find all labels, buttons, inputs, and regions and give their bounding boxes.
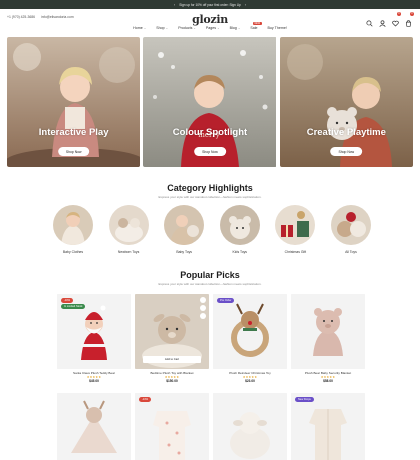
category-item-baby-clothes[interactable]: Baby Clothes	[52, 205, 94, 254]
product-image[interactable]	[213, 393, 287, 460]
account-icon[interactable]	[379, 14, 386, 27]
nav-item-shop[interactable]: Shop ⌄	[156, 26, 168, 30]
hero-banner-creative-playtime[interactable]: Creative Playtime Shop Now	[279, 37, 413, 167]
discount-badge: -13%	[139, 397, 152, 402]
shop-now-button[interactable]: Shop Now	[330, 147, 363, 156]
hero-banner-colour-spotlight[interactable]: merry Colour Spotlight Shop Now	[143, 37, 277, 167]
category-image	[330, 205, 371, 245]
preorder-badge: Pre Order	[217, 298, 235, 303]
cart-count-badge: 0	[410, 12, 414, 16]
shop-now-button[interactable]: Shop Now	[57, 147, 90, 156]
product-image[interactable]: New Drops	[291, 393, 365, 460]
category-image	[219, 205, 260, 245]
nav-item-home[interactable]: Home ⌄	[133, 26, 146, 30]
site-header: +1 (970) 425-3686 info@elisandoria.com g…	[0, 9, 420, 33]
nav-label: Shop	[156, 26, 165, 30]
wishlist-icon[interactable]	[200, 297, 206, 303]
wishlist-icon[interactable]: 0	[392, 12, 401, 27]
chevron-down-icon: ⌄	[165, 26, 169, 30]
reindeer-plush-image	[213, 294, 287, 369]
main-nav: Home ⌄ Shop ⌄ Products ⌄ Pages ⌄ Blog ⌄ Sale N…	[0, 22, 420, 30]
nav-item-products[interactable]: Products ⌄	[178, 26, 196, 30]
product-image[interactable]: Add to Cart	[135, 294, 209, 369]
header-icons: 0 0	[366, 12, 414, 27]
product-price: $45.00	[89, 379, 99, 383]
category-item-kids-toys[interactable]: Kids Toys	[219, 205, 261, 254]
product-price: $23.00	[245, 379, 255, 383]
product-price: $150.00	[166, 379, 178, 383]
add-to-cart-button[interactable]: Add to Cart	[143, 356, 201, 363]
hero-banner-interactive-play[interactable]: Interactive Play Shop Now	[7, 37, 140, 167]
nav-label: Products	[178, 26, 193, 30]
chevron-down-icon: ⌄	[237, 26, 241, 30]
chevron-down-icon: ⌄	[143, 26, 147, 30]
nav-item-blog[interactable]: Blog ⌄	[230, 26, 241, 30]
wishlist-count-badge: 0	[397, 12, 401, 16]
category-label: Newborn Toys	[117, 250, 140, 254]
category-label: Christmas Gift	[284, 250, 307, 254]
category-label: All Toys	[345, 250, 357, 254]
category-image	[164, 205, 205, 245]
nav-label: Home	[133, 26, 143, 30]
compare-icon[interactable]	[200, 305, 206, 311]
announcement-bar: ‹ Sign up for 10% off your first order: …	[0, 0, 420, 9]
nav-item-buy-theme[interactable]: Buy Theme!	[268, 26, 287, 30]
hero-banners: Interactive Play Shop Now merry Colour S…	[7, 37, 413, 167]
category-item-baby-toys[interactable]: Baby Toys	[163, 205, 205, 254]
nav-label: Blog	[229, 26, 237, 30]
new-drops-badge: New Drops	[295, 397, 314, 402]
search-icon[interactable]	[366, 14, 373, 27]
category-image	[53, 205, 93, 245]
nav-label: Buy Theme!	[267, 26, 287, 30]
product-image[interactable]	[57, 393, 131, 460]
nav-label: Sale	[250, 26, 258, 30]
nav-item-sale[interactable]: Sale NEW	[250, 22, 262, 30]
hero-title: Creative Playtime	[306, 127, 386, 138]
category-highlights-title: Category Highlights	[167, 183, 253, 193]
hero-title: Colour Spotlight	[172, 127, 248, 138]
quick-view-icon[interactable]	[200, 313, 206, 319]
shop-now-button[interactable]: Shop Now	[194, 147, 226, 156]
new-badge: NEW	[252, 22, 262, 25]
product-image[interactable]	[291, 294, 365, 369]
category-item-newborn-toys[interactable]: Newborn Toys	[108, 205, 150, 254]
category-highlights-subtitle: Express your style with our standout col…	[158, 195, 262, 199]
chevron-down-icon: ⌄	[217, 26, 220, 30]
popular-picks-subtitle: Express your style with our standout col…	[158, 282, 262, 286]
category-label: Baby Toys	[176, 250, 192, 254]
category-list: Baby Clothes Newborn Toys Baby Toys Kids…	[52, 205, 372, 254]
lamb-plush-image	[213, 393, 287, 460]
cart-icon[interactable]: 0	[405, 12, 414, 27]
category-label: Baby Clothes	[62, 250, 84, 254]
chevron-down-icon: ⌄	[193, 26, 196, 30]
popular-picks-title: Popular Picks	[180, 270, 240, 280]
category-image	[275, 205, 316, 245]
next-arrow-icon[interactable]: ›	[245, 2, 246, 7]
knit-romper-image	[291, 393, 365, 460]
quick-actions	[200, 297, 206, 319]
announcement-text[interactable]: Sign up for 10% off your first order: Si…	[179, 3, 241, 7]
nav-item-pages[interactable]: Pages ⌄	[206, 26, 220, 30]
floral-romper-image	[135, 393, 209, 460]
category-label: Kids Toys	[232, 250, 247, 254]
stock-badge: In Limited Stock	[61, 304, 86, 309]
category-item-christmas-gift[interactable]: Christmas Gift	[274, 205, 316, 254]
prev-arrow-icon[interactable]: ‹	[174, 2, 175, 7]
site-logo[interactable]: glozin	[0, 13, 420, 26]
hero-title: Interactive Play	[38, 127, 109, 138]
product-image[interactable]: Pre Order	[213, 294, 287, 369]
category-item-all-toys[interactable]: All Toys	[330, 205, 372, 254]
discount-badge: -10%	[61, 298, 74, 303]
product-image[interactable]: -10% In Limited Stock	[57, 294, 131, 369]
deer-lovey-image	[57, 393, 131, 460]
product-price: $58.00	[323, 379, 333, 383]
nav-label: Pages	[205, 26, 217, 30]
bear-blanket-image	[291, 294, 365, 369]
product-image[interactable]: -13%	[135, 393, 209, 460]
category-image	[108, 205, 149, 245]
